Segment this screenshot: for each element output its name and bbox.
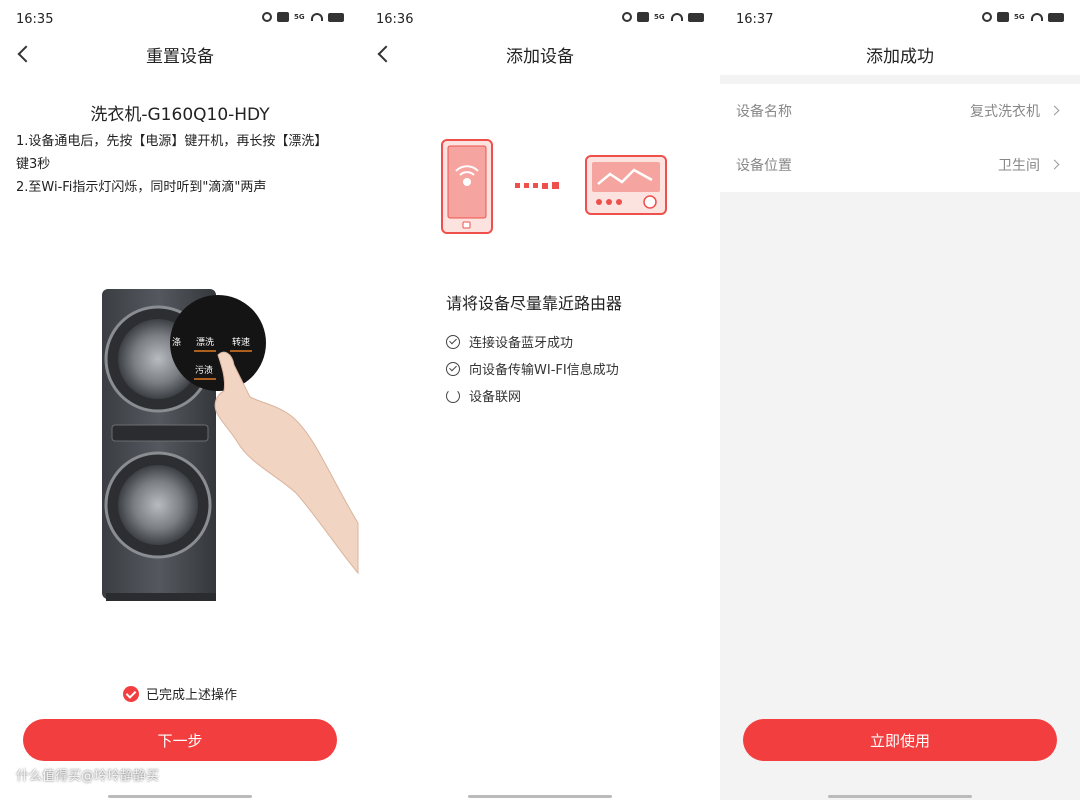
setting-label: 设备位置 [736,158,792,174]
detergent-drawer [111,424,209,442]
battery-icon [1048,12,1064,22]
washer-base [106,593,216,601]
alarm-icon [262,12,272,22]
status-icons: 5G [262,12,344,22]
status-time: 16:36 [376,12,414,27]
step-label: 向设备传输WI-FI信息成功 [469,363,619,378]
confirm-label: 已完成上述操作 [145,688,237,703]
check-circle-icon [446,361,460,376]
panel-label-wash: 涤 [172,336,181,348]
battery-icon [328,12,344,22]
signal-5g-icon: 5G [654,13,665,21]
reset-device-screen: 16:35 5G 重置设备 洗衣机-G160Q10-HDY 1.设备通电后，先按… [0,0,360,800]
chevron-right-icon [1049,159,1060,170]
signal-5g-icon: 5G [294,13,305,21]
nav-bar: 添加设备 [360,36,720,72]
screenshot-collage: 16:35 5G 重置设备 洗衣机-G160Q10-HDY 1.设备通电后，先按… [0,0,1080,800]
check-circle-icon [446,334,460,349]
status-icons: 5G [622,12,704,22]
wifi-icon [311,13,323,21]
device-settings-list: 设备名称 复式洗衣机 设备位置 卫生间 [720,84,1080,192]
signal-dot [463,178,471,186]
status-icons: 5G [982,12,1064,22]
status-bar: 16:36 5G [360,0,720,40]
home-indicator[interactable] [108,795,252,798]
step-label: 连接设备蓝牙成功 [469,336,574,351]
wifi-icon [1031,13,1043,21]
proximity-heading: 请将设备尽量靠近路由器 [446,294,623,313]
add-success-screen: 16:37 5G 添加成功 设备名称 复式洗衣机 设备位置 卫生间 立即使用 [720,0,1080,800]
watermark: 什么值得买@玲玲静静买 [16,769,160,784]
page-title: 添加成功 [866,47,934,67]
step-label: 设备联网 [469,390,522,405]
signal-5g-icon: 5G [1014,13,1025,21]
loading-spinner-icon [446,388,460,403]
setting-value: 卫生间 [998,158,1040,174]
panel-label-speed: 转速 [232,336,250,348]
nav-bar: 重置设备 [0,36,360,72]
step-network: 设备联网 [446,382,619,409]
home-indicator[interactable] [468,795,612,798]
add-device-screen: 16:36 5G 添加设备 请将设备尽量靠近路由器 连接设备蓝牙成功 向设备传输… [360,0,720,800]
lower-drum [118,465,198,545]
hd-icon [277,12,289,22]
battery-icon [688,12,704,22]
setting-label: 设备名称 [736,104,792,120]
alarm-icon [982,12,992,22]
hd-icon [997,12,1009,22]
use-now-button[interactable]: 立即使用 [743,719,1057,761]
home-indicator[interactable] [828,795,972,798]
washer-illustration: 漂洗 转速 污渍 涤 [102,289,359,601]
page-title: 重置设备 [146,47,214,67]
nav-bar: 添加成功 [720,36,1080,72]
status-bar: 16:35 5G [0,0,360,40]
panel-label-stain: 污渍 [195,364,213,376]
hand-illustration [214,351,359,575]
device-model-name: 洗衣机-G160Q10-HDY [90,105,270,125]
alarm-icon [622,12,632,22]
hd-icon [637,12,649,22]
device-name-row[interactable]: 设备名称 复式洗衣机 [720,84,1080,138]
connection-steps: 连接设备蓝牙成功 向设备传输WI-FI信息成功 设备联网 [446,328,619,409]
status-bar: 16:37 5G [720,0,1080,40]
confirm-row[interactable]: 已完成上述操作 [0,684,360,703]
step-wifi-transfer: 向设备传输WI-FI信息成功 [446,355,619,382]
control-panel-zoom [170,295,266,391]
instruction-line: 键3秒 [16,157,51,172]
device-location-row[interactable]: 设备位置 卫生间 [720,138,1080,192]
panel-label-rinse: 漂洗 [196,336,214,348]
next-button[interactable]: 下一步 [23,719,337,761]
instruction-line: 1.设备通电后，先按【电源】键开机，再长按【漂洗】 [16,134,328,149]
phone-router-link-illustration [441,139,667,234]
wifi-icon [671,13,683,21]
instruction-line: 2.至Wi-Fi指示灯闪烁，同时听到"滴滴"两声 [16,180,267,195]
status-time: 16:37 [736,12,774,27]
setting-value: 复式洗衣机 [970,104,1040,120]
status-time: 16:35 [16,12,54,27]
step-bluetooth: 连接设备蓝牙成功 [446,328,619,355]
reset-instructions: 1.设备通电后，先按【电源】键开机，再长按【漂洗】 键3秒 2.至Wi-Fi指示… [16,130,346,199]
page-title: 添加设备 [506,47,574,67]
checkbox-checked-icon[interactable] [122,685,139,702]
chevron-right-icon [1049,105,1060,116]
